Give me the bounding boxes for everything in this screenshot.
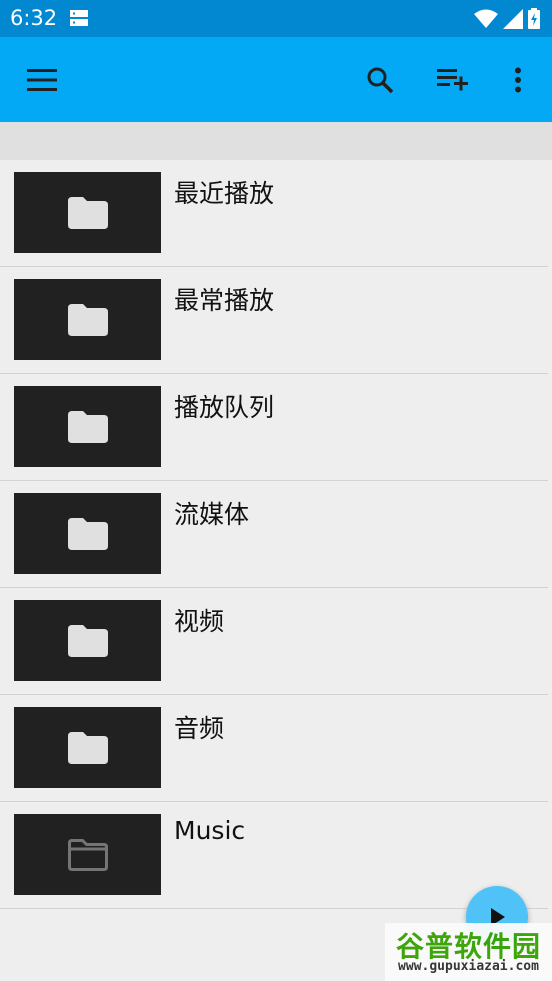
list-item-most-played[interactable]: 最常播放: [0, 267, 548, 374]
list-item-music[interactable]: Music: [0, 802, 548, 909]
folder-icon: [67, 517, 108, 550]
list-item-video[interactable]: 视频: [0, 588, 548, 695]
status-bar: 6:32: [0, 0, 552, 37]
list-subheader: [0, 122, 552, 160]
search-icon: [367, 67, 394, 93]
list-item-audio[interactable]: 音频: [0, 695, 548, 802]
item-label: 最近播放: [174, 179, 275, 208]
item-thumbnail: [14, 814, 161, 895]
item-thumbnail: [14, 279, 161, 360]
list-item-streaming[interactable]: 流媒体: [0, 481, 548, 588]
list-item-recent[interactable]: 最近播放: [0, 160, 548, 267]
item-label: 播放队列: [174, 393, 275, 422]
status-icons: [473, 8, 540, 33]
media-list: 最近播放 最常播放 播放队列 流媒体 视频 音频 Music: [0, 160, 552, 909]
wifi-icon: [473, 9, 498, 28]
more-vert-icon: [515, 67, 521, 92]
item-thumbnail: [14, 172, 161, 253]
add-to-queue-button[interactable]: [425, 37, 481, 122]
folder-icon: [67, 624, 108, 657]
item-label: 视频: [174, 607, 225, 636]
item-label: 音频: [174, 714, 225, 743]
app-toolbar: [0, 37, 552, 122]
menu-button[interactable]: [14, 37, 70, 122]
playlist-add-icon: [437, 68, 468, 90]
list-item-queue[interactable]: 播放队列: [0, 374, 548, 481]
item-thumbnail: [14, 600, 161, 681]
battery-charging-icon: [528, 8, 540, 29]
watermark: 谷普软件园 www.gupuxiazai.com: [385, 923, 552, 981]
signal-icon: [502, 9, 523, 29]
item-thumbnail: [14, 493, 161, 574]
item-label: 最常播放: [174, 286, 275, 315]
folder-icon: [67, 303, 108, 336]
menu-icon: [27, 68, 57, 91]
storage-icon: [70, 10, 88, 30]
item-label: Music: [174, 816, 246, 845]
folder-outline-icon: [67, 838, 108, 871]
folder-icon: [67, 731, 108, 764]
search-button[interactable]: [352, 37, 408, 122]
folder-icon: [67, 196, 108, 229]
item-thumbnail: [14, 707, 161, 788]
status-time: 6:32: [10, 6, 58, 30]
item-thumbnail: [14, 386, 161, 467]
item-label: 流媒体: [174, 500, 250, 529]
folder-icon: [67, 410, 108, 443]
watermark-url: www.gupuxiazai.com: [398, 959, 539, 974]
more-options-button[interactable]: [490, 37, 546, 122]
